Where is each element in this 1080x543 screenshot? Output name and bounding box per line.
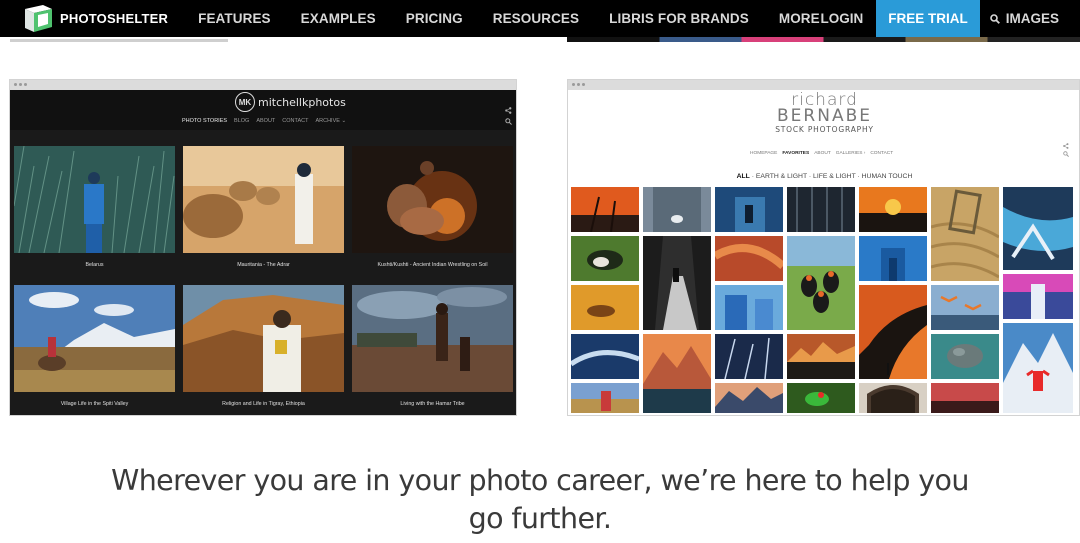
mosaic-photo[interactable] — [715, 334, 783, 380]
filter-all[interactable]: ALL — [737, 173, 750, 180]
story-caption: Kushti/Kushti - Ancient Indian Wrestling… — [377, 262, 488, 268]
story-tile[interactable]: Belarus — [13, 145, 175, 268]
mitchellkphotos-logo[interactable]: MK mitchellkphotos — [235, 92, 346, 112]
images-search-link[interactable]: IMAGES — [980, 11, 1080, 26]
mosaic-photo[interactable] — [715, 285, 783, 330]
headline-line-2: go further. — [468, 502, 612, 535]
story-caption: Living with the Hamar Tribe — [400, 401, 465, 407]
nav-right: LOGIN FREE TRIAL IMAGES — [820, 0, 1080, 37]
photoshelter-logo[interactable]: PHOTOSHELTER — [23, 0, 168, 37]
mosaic-photo[interactable] — [859, 187, 927, 232]
site-menu-item[interactable]: PHOTO STORIES — [182, 118, 227, 124]
previous-section-image-strip — [567, 37, 1080, 42]
story-caption: Religion and Life in Tigray, Ethiopia — [222, 401, 305, 407]
top-navigation: PHOTOSHELTER FEATURES EXAMPLES PRICING R… — [0, 0, 1080, 37]
share-icon[interactable] — [1063, 143, 1069, 149]
mosaic-photo[interactable] — [859, 285, 927, 379]
site-header: MK mitchellkphotos PHOTO STORIES BLOG AB… — [10, 90, 516, 130]
gallery-filter[interactable]: ALL · EARTH & LIGHT · LIFE & LIGHT · HUM… — [568, 173, 1080, 180]
story-image-kushti — [352, 146, 513, 253]
nav-link-features[interactable]: FEATURES — [198, 11, 271, 26]
site-menu-item[interactable]: GALLERIES › — [836, 151, 866, 156]
mosaic-photo[interactable] — [571, 236, 639, 281]
mosaic-photo[interactable] — [931, 383, 999, 413]
story-tile[interactable]: Mauritania - The Adrar — [183, 146, 344, 268]
logo-line-last-name: BERNABE — [777, 106, 872, 126]
site-menu-item[interactable]: ABOUT — [256, 118, 275, 124]
nav-link-libris-for-brands[interactable]: LIBRIS FOR BRANDS — [609, 11, 749, 26]
images-label: IMAGES — [1005, 11, 1059, 26]
site-menu-item[interactable]: ABOUT — [814, 151, 831, 156]
mosaic-photo[interactable] — [643, 187, 711, 232]
story-caption: Village Life in the Spiti Valley — [60, 401, 129, 407]
story-tile[interactable]: Living with the Hamar Tribe — [352, 285, 513, 407]
nav-link-more[interactable]: MORE — [779, 11, 820, 26]
previous-section-divider — [10, 39, 228, 42]
mosaic-photo[interactable] — [931, 334, 999, 379]
login-link[interactable]: LOGIN — [820, 11, 863, 26]
mosaic-photo[interactable] — [1003, 274, 1073, 319]
headline-line-1: Wherever you are in your photo career, w… — [111, 464, 969, 497]
mosaic-photo[interactable] — [930, 187, 1000, 281]
nav-link-pricing[interactable]: PRICING — [406, 11, 463, 26]
filter-categories[interactable]: · EARTH & LIGHT · LIFE & LIGHT · HUMAN T… — [750, 173, 913, 180]
free-trial-button[interactable]: FREE TRIAL — [876, 0, 980, 37]
story-image-mauritania — [183, 146, 344, 253]
richard-bernabe-logo[interactable]: richard BERNABE STOCK PHOTOGRAPHY — [568, 92, 1080, 135]
search-icon[interactable] — [505, 118, 512, 125]
mosaic-photo[interactable] — [712, 236, 786, 281]
site-menu-item[interactable]: CONTACT — [282, 118, 308, 124]
site-menu-item[interactable]: ARCHIVE ⌄ — [315, 118, 346, 124]
mosaic-photo[interactable] — [787, 383, 855, 413]
story-caption: Mauritania - The Adrar — [237, 262, 290, 268]
mosaic-photo[interactable] — [787, 236, 855, 330]
site-menu: PHOTO STORIES BLOG ABOUT CONTACT ARCHIVE… — [182, 118, 353, 124]
story-image-belarus — [13, 145, 175, 254]
mk-logo-icon: MK — [235, 92, 255, 112]
story-tile[interactable]: Kushti/Kushti - Ancient Indian Wrestling… — [352, 146, 513, 268]
section-headline: Wherever you are in your photo career, w… — [0, 462, 1080, 538]
site-menu-item[interactable]: BLOG — [234, 118, 249, 124]
story-tile[interactable]: Religion and Life in Tigray, Ethiopia — [183, 285, 344, 407]
nav-link-examples[interactable]: EXAMPLES — [301, 11, 376, 26]
logo-line-tagline: STOCK PHOTOGRAPHY — [775, 125, 874, 134]
mosaic-photo[interactable] — [1003, 187, 1073, 270]
mosaic-photo[interactable] — [571, 285, 639, 330]
search-icon[interactable] — [1063, 151, 1069, 157]
mosaic-photo[interactable] — [931, 285, 999, 330]
mosaic-photo[interactable] — [643, 236, 711, 330]
page-root: { "nav": { "brand": "PHOTOSHELTER", "lin… — [0, 0, 1080, 543]
mosaic-photo[interactable] — [1003, 323, 1073, 413]
example-site-mitchellkphotos[interactable]: MK mitchellkphotos PHOTO STORIES BLOG AB… — [9, 79, 517, 416]
mosaic-photo[interactable] — [715, 383, 783, 413]
nav-link-resources[interactable]: RESOURCES — [493, 11, 579, 26]
site-name: mitchellkphotos — [258, 95, 346, 109]
mosaic-photo[interactable] — [571, 187, 639, 233]
mosaic-photo[interactable] — [787, 187, 855, 232]
nav-links: FEATURES EXAMPLES PRICING RESOURCES LIBR… — [198, 0, 850, 37]
mosaic-photo[interactable] — [715, 187, 783, 232]
brand-name: PHOTOSHELTER — [60, 11, 169, 26]
mosaic-photo[interactable] — [569, 334, 640, 379]
search-icon — [989, 13, 1000, 24]
mosaic-photo[interactable] — [787, 334, 855, 379]
mosaic-photo[interactable] — [643, 334, 711, 413]
mosaic-photo[interactable] — [859, 236, 927, 281]
story-caption: Belarus — [85, 262, 104, 268]
story-image-tigray — [183, 285, 344, 392]
story-image-hamar — [352, 285, 513, 392]
story-image-spiti — [14, 285, 175, 392]
mosaic-photo[interactable] — [571, 383, 639, 413]
site-menu: HOMEPAGE FAVORITES ABOUT GALLERIES › CON… — [750, 151, 898, 156]
site-menu-item[interactable]: FAVORITES — [782, 151, 809, 156]
photoshelter-logo-icon — [23, 5, 54, 32]
site-menu-item[interactable]: CONTACT — [870, 151, 893, 156]
share-icon[interactable] — [505, 107, 512, 114]
site-menu-item[interactable]: HOMEPAGE — [750, 151, 777, 156]
mosaic-photo[interactable] — [859, 383, 927, 413]
example-site-richard-bernabe[interactable]: richard BERNABE STOCK PHOTOGRAPHY HOMEPA… — [567, 79, 1080, 416]
story-tile[interactable]: Village Life in the Spiti Valley — [14, 285, 175, 407]
browser-window-bar — [568, 80, 1079, 90]
browser-window-bar — [10, 80, 516, 90]
